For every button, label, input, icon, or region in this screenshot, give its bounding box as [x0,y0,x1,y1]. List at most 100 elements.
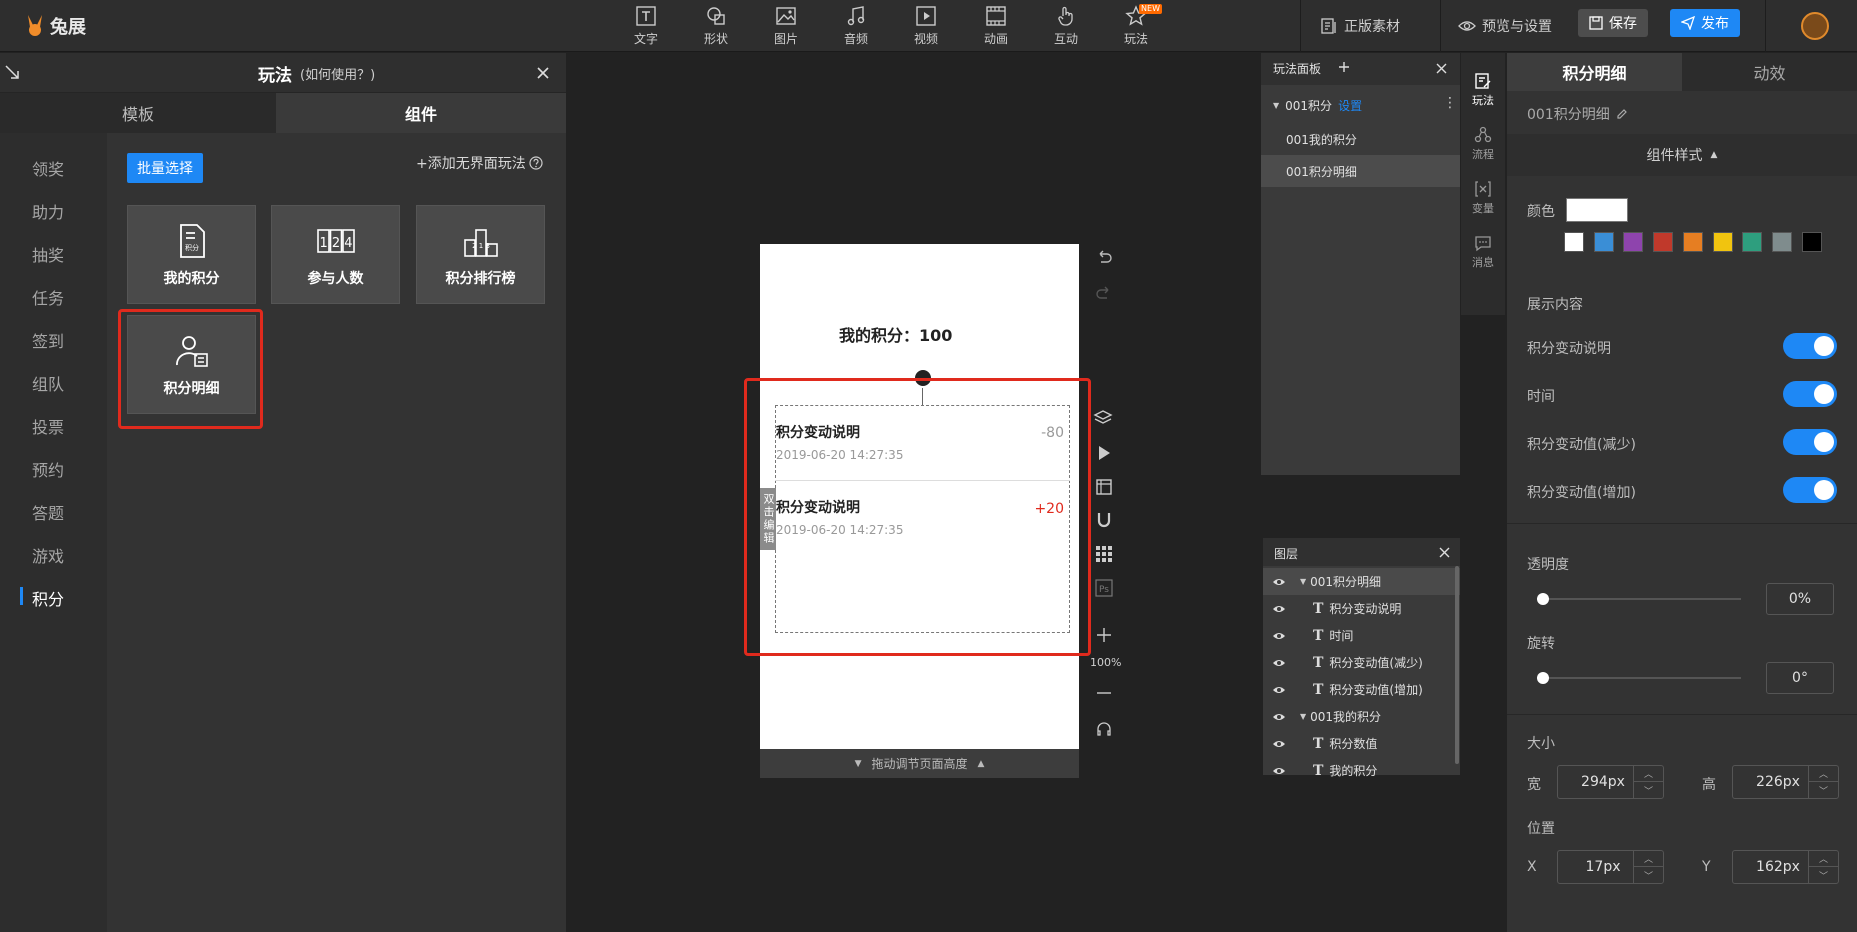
user-avatar[interactable] [1801,12,1829,40]
page-height-drag-bar[interactable]: ▼ 拖动调节页面高度 ▲ [760,749,1079,778]
more-vertical-icon[interactable]: ⋮ [1443,96,1457,110]
eye-visibility-icon[interactable] [1272,683,1286,697]
gameplay-item[interactable]: 001我的积分 [1261,123,1460,155]
zoom-out-icon[interactable] [1095,684,1113,702]
category-item[interactable]: 任务 [32,285,64,309]
headset-support-icon[interactable] [1095,720,1113,738]
category-item[interactable]: 助力 [32,199,64,223]
pencil-edit-icon[interactable] [1616,108,1628,120]
rotate-value-field[interactable]: 0° [1766,662,1834,694]
component-participants[interactable]: 1 2 4 参与人数 [271,205,400,304]
app-logo[interactable]: 兔展 [24,10,86,42]
color-swatch[interactable] [1771,232,1792,252]
category-item[interactable]: 答题 [32,500,64,524]
toggle-switch[interactable] [1783,381,1837,407]
tool-interaction[interactable]: 互动 [1038,4,1094,48]
redo-icon[interactable] [1095,284,1113,302]
component-name-field[interactable]: 001积分明细 [1527,104,1628,124]
chevron-up-icon[interactable]: ︿ [1809,766,1838,782]
width-value[interactable]: 294px [1568,766,1638,798]
stepper-arrows[interactable]: ︿ ﹀ [1808,766,1838,798]
tab-components[interactable]: 组件 [276,93,566,133]
side-nav-gameplay[interactable]: 玩法 [1461,64,1505,116]
add-headless-gameplay-link[interactable]: +添加无界面玩法 [416,153,543,173]
frame-icon[interactable] [1095,478,1113,496]
layer-text-row[interactable]: T 时间 [1263,622,1460,649]
how-to-use-link[interactable]: (如何使用？) [300,64,375,83]
color-swatch[interactable] [1564,232,1584,252]
chevron-up-icon[interactable]: ︿ [1634,851,1663,867]
opacity-slider-track[interactable] [1537,598,1741,600]
category-item[interactable]: 投票 [32,414,64,438]
tool-video[interactable]: 视频 [898,4,954,48]
x-stepper[interactable]: 17px ︿ ﹀ [1557,850,1664,884]
tool-audio[interactable]: 音频 [828,4,884,48]
x-value[interactable]: 17px [1568,851,1638,883]
layer-group-row[interactable]: ▼ 001积分明细 [1263,568,1460,595]
undo-icon[interactable] [1095,248,1113,266]
rotate-slider-knob[interactable] [1537,672,1549,684]
category-item-active[interactable]: 积分 [32,586,64,610]
my-points-text[interactable]: 我的积分：100 [839,322,952,346]
category-item[interactable]: 预约 [32,457,64,481]
layer-text-row[interactable]: T 我的积分 [1263,757,1460,784]
gameplay-group[interactable]: ▼ 001积分 设置 [1273,97,1362,114]
caret-down-icon[interactable]: ▼ [1300,712,1306,721]
layer-text-row[interactable]: T 积分变动值(增加) [1263,676,1460,703]
close-icon[interactable] [536,66,550,80]
toggle-switch[interactable] [1783,333,1837,359]
eye-visibility-icon[interactable] [1272,737,1286,751]
category-item[interactable]: 组队 [32,371,64,395]
assets-link[interactable]: 正版素材 [1320,12,1400,40]
eye-visibility-icon[interactable] [1272,656,1286,670]
color-swatch[interactable] [1682,232,1703,252]
category-item[interactable]: 领奖 [32,156,64,180]
stepper-arrows[interactable]: ︿ ﹀ [1633,766,1663,798]
side-nav-messages[interactable]: 消息 [1461,226,1505,278]
chevron-down-icon[interactable]: ﹀ [1634,867,1663,883]
tool-shape[interactable]: 形状 [688,4,744,48]
component-style-section-header[interactable]: 组件样式 ▲ [1507,134,1857,176]
height-stepper[interactable]: 226px ︿ ﹀ [1732,765,1839,799]
layer-text-row[interactable]: T 积分数值 [1263,730,1460,757]
stepper-arrows[interactable]: ︿ ﹀ [1633,851,1663,883]
group-settings-link[interactable]: 设置 [1338,97,1362,114]
eye-visibility-icon[interactable] [1272,575,1286,589]
chevron-up-icon[interactable]: ︿ [1809,851,1838,867]
width-stepper[interactable]: 294px ︿ ﹀ [1557,765,1664,799]
help-circle-icon[interactable] [529,156,543,170]
color-swatch[interactable] [1593,232,1614,252]
layers-scrollbar[interactable] [1455,566,1459,764]
tab-effects[interactable]: 动效 [1682,53,1857,91]
close-icon[interactable] [1436,63,1447,74]
tool-text[interactable]: 文字 [618,4,674,48]
component-my-points[interactable]: 积分 我的积分 [127,205,256,304]
category-item[interactable]: 抽奖 [32,242,64,266]
chevron-down-icon[interactable]: ﹀ [1809,782,1838,798]
close-icon[interactable] [1439,547,1450,558]
y-stepper[interactable]: 162px ︿ ﹀ [1732,850,1839,884]
color-picker-current[interactable] [1566,198,1628,222]
color-swatch[interactable] [1742,232,1763,252]
tool-image[interactable]: 图片 [758,4,814,48]
height-value[interactable]: 226px [1743,766,1813,798]
play-icon[interactable] [1095,444,1113,462]
chevron-down-icon[interactable]: ﹀ [1634,782,1663,798]
tool-gameplay[interactable]: 玩法 NEW [1108,4,1164,48]
collapse-arrow-icon[interactable] [4,64,20,80]
layer-text-row[interactable]: T 积分变动说明 [1263,595,1460,622]
rotate-slider-track[interactable] [1537,677,1741,679]
chevron-up-icon[interactable]: ︿ [1634,766,1663,782]
category-item[interactable]: 游戏 [32,543,64,567]
publish-button[interactable]: 发布 [1670,9,1740,37]
eye-visibility-icon[interactable] [1272,710,1286,724]
grid-icon[interactable] [1095,545,1113,563]
toggle-switch[interactable] [1783,477,1837,503]
component-leaderboard[interactable]: 2 1 3 积分排行榜 [416,205,545,304]
layer-text-row[interactable]: T 积分变动值(减少) [1263,649,1460,676]
save-button[interactable]: 保存 [1578,9,1648,37]
caret-down-icon[interactable]: ▼ [1300,577,1306,586]
eye-visibility-icon[interactable] [1272,764,1286,778]
category-item[interactable]: 签到 [32,328,64,352]
photoshop-import-icon[interactable]: Ps [1095,579,1113,597]
